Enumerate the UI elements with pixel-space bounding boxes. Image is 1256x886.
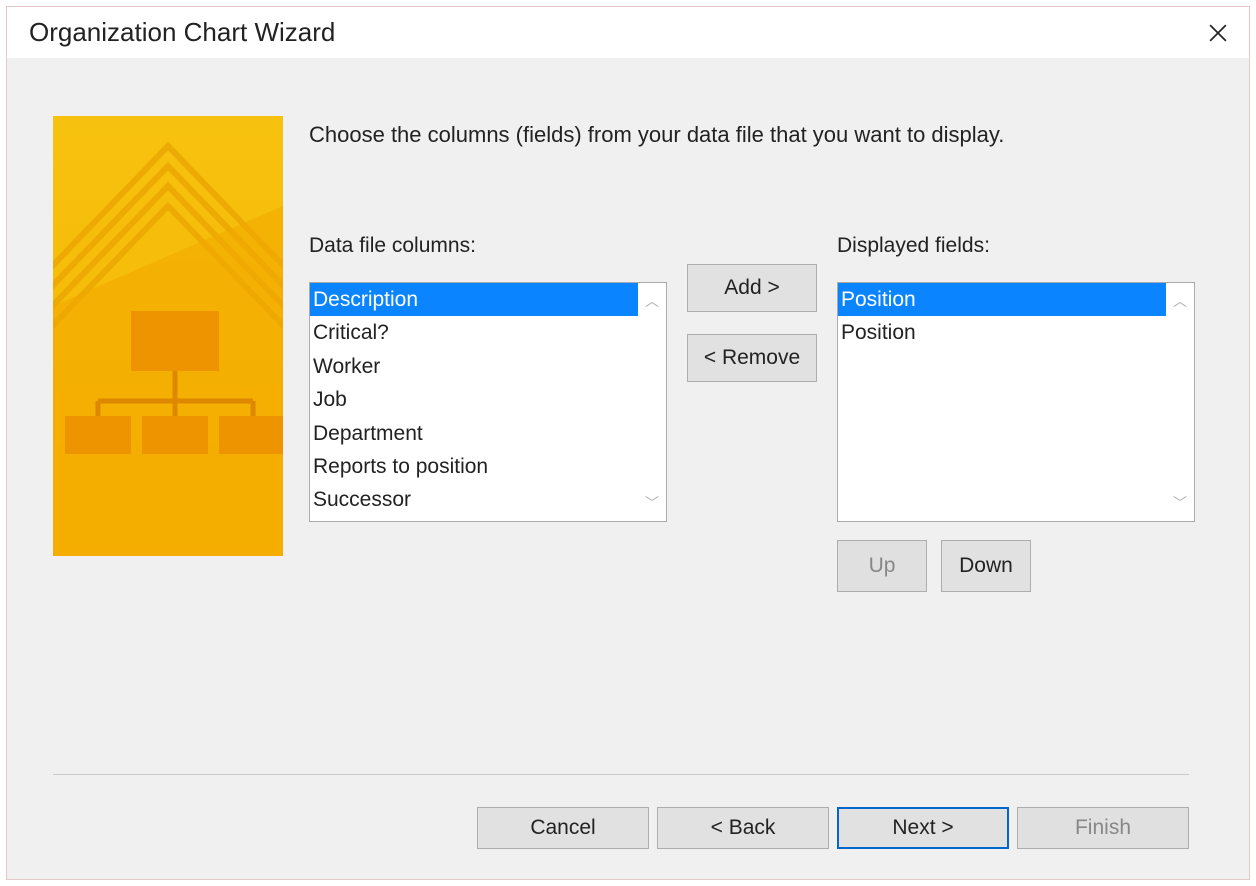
down-button[interactable]: Down: [941, 540, 1031, 592]
scrollbar[interactable]: ︿ ﹀: [638, 283, 666, 521]
close-icon: [1209, 24, 1227, 42]
org-chart-icon: [53, 116, 283, 556]
list-item[interactable]: Critical?: [310, 316, 638, 349]
close-button[interactable]: [1205, 20, 1231, 46]
displayed-fields-label: Displayed fields:: [837, 234, 1195, 258]
scroll-down-icon: ﹀: [645, 493, 659, 513]
list-item[interactable]: Position: [838, 316, 1166, 349]
content-area: Choose the columns (fields) from your da…: [7, 58, 1249, 879]
remove-button[interactable]: < Remove: [687, 334, 817, 382]
list-item[interactable]: Worker: [310, 350, 638, 383]
scroll-down-icon: ﹀: [1173, 493, 1187, 513]
instruction-text: Choose the columns (fields) from your da…: [309, 122, 1195, 148]
next-button[interactable]: Next >: [837, 807, 1009, 849]
scroll-up-icon: ︿: [645, 291, 659, 311]
add-button[interactable]: Add >: [687, 264, 817, 312]
wizard-graphic: [53, 116, 283, 556]
titlebar: Organization Chart Wizard: [7, 7, 1249, 58]
cancel-button[interactable]: Cancel: [477, 807, 649, 849]
up-button[interactable]: Up: [837, 540, 927, 592]
scrollbar[interactable]: ︿ ﹀: [1166, 283, 1194, 521]
scroll-up-icon: ︿: [1173, 291, 1187, 311]
list-item[interactable]: Reports to position: [310, 450, 638, 483]
data-columns-listbox[interactable]: DescriptionCritical?WorkerJobDepartmentR…: [309, 282, 667, 522]
finish-button[interactable]: Finish: [1017, 807, 1189, 849]
back-button[interactable]: < Back: [657, 807, 829, 849]
footer-buttons: Cancel < Back Next > Finish: [53, 774, 1189, 849]
list-item[interactable]: Job: [310, 383, 638, 416]
wizard-dialog: Organization Chart Wizard: [6, 6, 1250, 880]
list-item[interactable]: Successor: [310, 483, 638, 516]
dialog-title: Organization Chart Wizard: [29, 17, 335, 48]
list-item[interactable]: Department: [310, 417, 638, 450]
displayed-fields-listbox[interactable]: PositionPosition ︿ ﹀: [837, 282, 1195, 522]
list-item[interactable]: Position: [838, 283, 1166, 316]
data-columns-label: Data file columns:: [309, 234, 667, 258]
list-item[interactable]: Description: [310, 283, 638, 316]
